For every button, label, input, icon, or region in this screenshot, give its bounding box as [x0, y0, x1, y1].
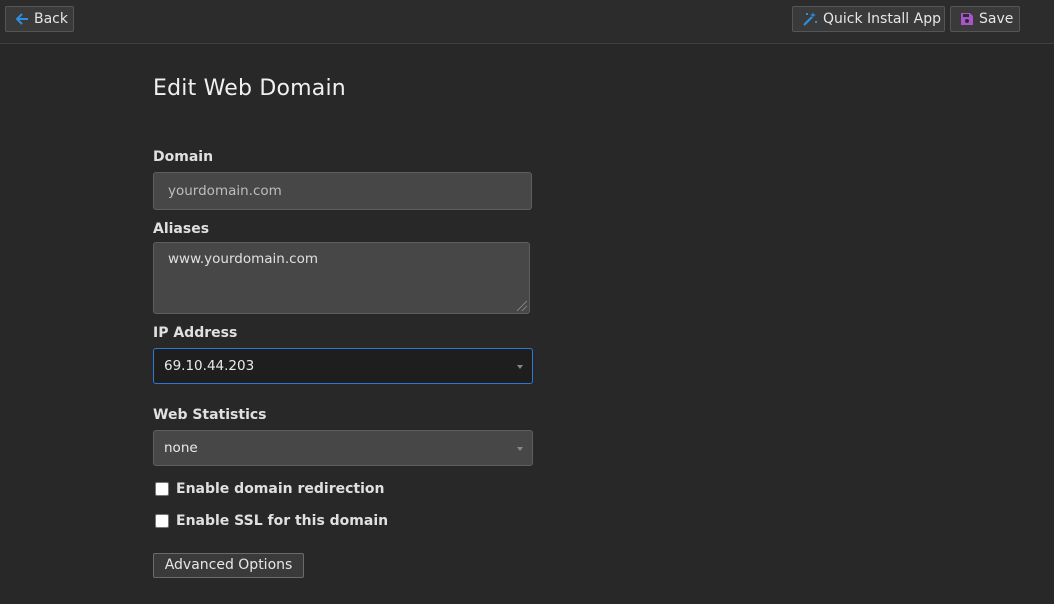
arrow-left-icon	[15, 11, 29, 27]
ssl-option: Enable SSL for this domain	[155, 513, 388, 529]
redirect-option: Enable domain redirection	[155, 481, 384, 497]
ip-address-value: 69.10.44.203	[164, 358, 255, 374]
quick-install-app-button[interactable]: Quick Install App	[792, 6, 945, 32]
aliases-value: www.yourdomain.com	[168, 251, 318, 267]
chevron-down-icon	[517, 365, 523, 369]
web-statistics-value: none	[164, 440, 198, 456]
quick-install-label: Quick Install App	[823, 11, 941, 27]
aliases-label: Aliases	[153, 221, 210, 237]
domain-placeholder: yourdomain.com	[168, 183, 282, 199]
chevron-down-icon	[517, 447, 523, 451]
floppy-disk-icon	[960, 11, 974, 27]
ssl-label[interactable]: Enable SSL for this domain	[176, 513, 388, 529]
ip-address-label: IP Address	[153, 325, 238, 341]
web-statistics-select[interactable]: none	[153, 430, 533, 466]
back-button[interactable]: Back	[5, 6, 74, 32]
domain-label: Domain	[153, 149, 214, 165]
save-label: Save	[979, 11, 1014, 27]
page-title: Edit Web Domain	[153, 76, 346, 101]
resize-grip-icon[interactable]	[517, 301, 527, 311]
domain-input[interactable]: yourdomain.com	[153, 172, 532, 210]
aliases-textarea[interactable]: www.yourdomain.com	[153, 242, 530, 314]
redirect-label[interactable]: Enable domain redirection	[176, 481, 384, 497]
save-button[interactable]: Save	[950, 6, 1020, 32]
ip-address-select[interactable]: 69.10.44.203	[153, 348, 533, 384]
ssl-checkbox[interactable]	[155, 514, 169, 528]
back-label: Back	[34, 11, 68, 27]
redirect-checkbox[interactable]	[155, 482, 169, 496]
top-toolbar: Back Quick Install App Save	[0, 0, 1054, 44]
advanced-options-button[interactable]: Advanced Options	[153, 553, 304, 578]
magic-wand-icon	[802, 11, 818, 27]
web-statistics-label: Web Statistics	[153, 407, 267, 423]
